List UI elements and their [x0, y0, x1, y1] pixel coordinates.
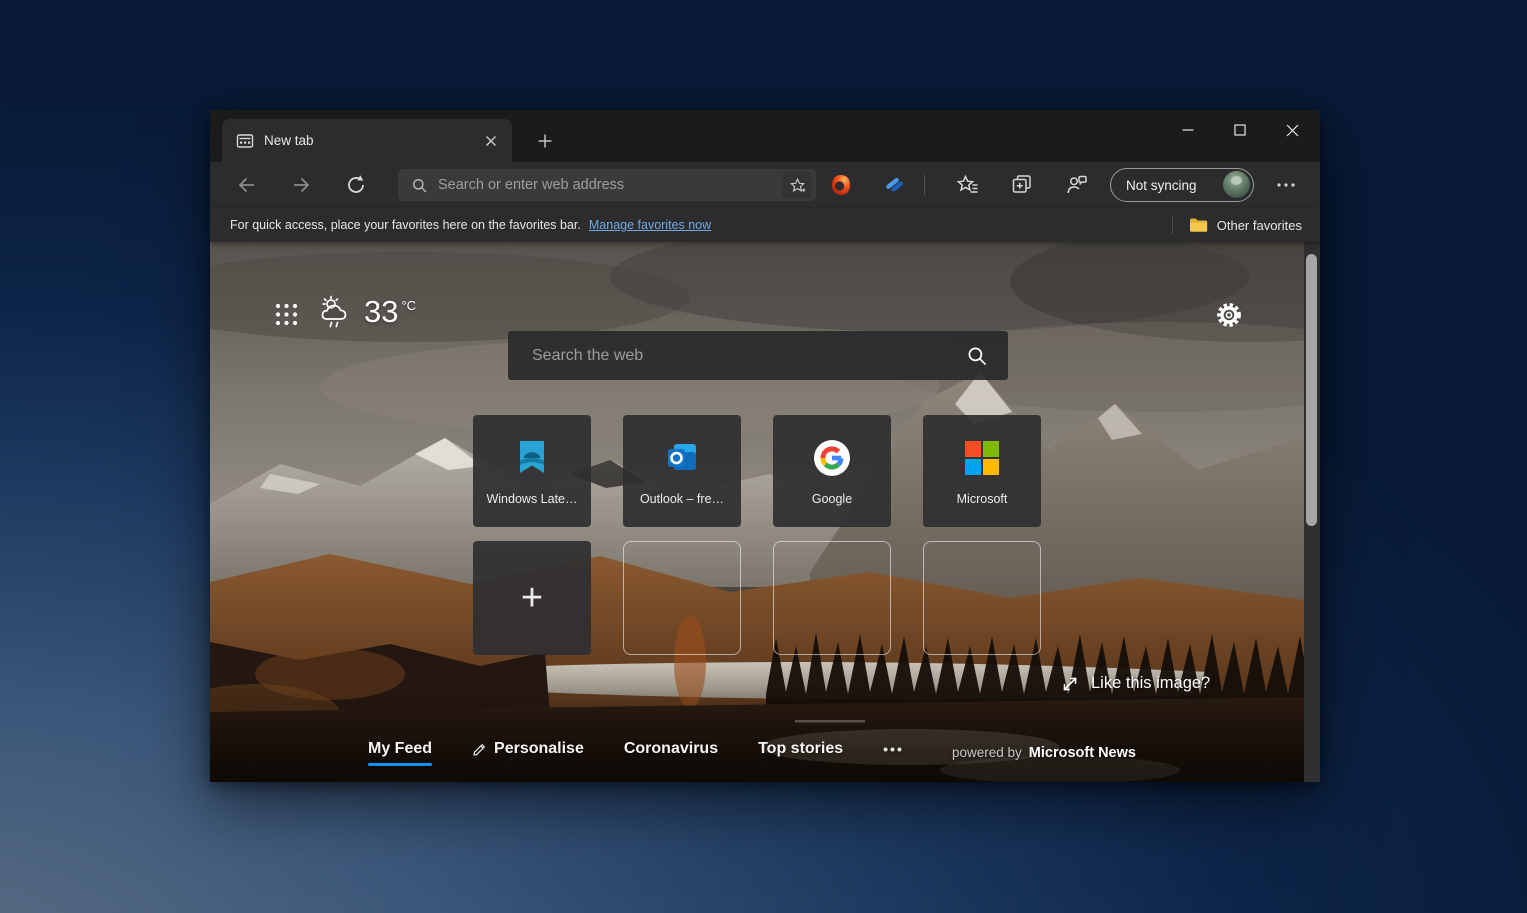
- tab-close-icon[interactable]: [480, 130, 502, 152]
- collections-icon[interactable]: [1010, 173, 1034, 197]
- other-favorites-group[interactable]: Other favorites: [1172, 216, 1320, 234]
- empty-tile-placeholder[interactable]: [623, 541, 741, 655]
- web-search-magnifier-icon[interactable]: [966, 345, 988, 367]
- tile-label: Microsoft: [957, 492, 1008, 506]
- plus-icon: +: [521, 579, 543, 617]
- feed-tab-top-stories[interactable]: Top stories: [758, 740, 843, 758]
- tab-title: New tab: [264, 133, 480, 148]
- not-syncing-label: Not syncing: [1126, 178, 1197, 193]
- like-this-image-label: Like this image?: [1091, 674, 1210, 693]
- tile-microsoft[interactable]: Microsoft: [923, 415, 1041, 527]
- office-extension-icon[interactable]: [829, 173, 853, 197]
- tile-outlook[interactable]: Outlook – fre…: [623, 415, 741, 527]
- page-scrollbar[interactable]: [1304, 242, 1320, 782]
- weather-temperature: 33: [364, 294, 398, 330]
- toolbar-divider: [924, 175, 925, 195]
- google-icon: [813, 439, 851, 477]
- maximize-button[interactable]: [1214, 112, 1266, 148]
- favorites-bar-icon[interactable]: [956, 173, 980, 197]
- web-search-box[interactable]: [508, 331, 1008, 380]
- newtab-page: 33 °C: [210, 242, 1320, 782]
- not-syncing-button[interactable]: Not syncing: [1110, 168, 1254, 202]
- powered-prefix: powered by: [952, 745, 1022, 760]
- like-this-image-control[interactable]: Like this image?: [1061, 674, 1210, 693]
- feed-tab-label: Personalise: [494, 740, 584, 758]
- manage-favorites-link[interactable]: Manage favorites now: [589, 218, 711, 232]
- newtab-favicon: [236, 132, 254, 150]
- feed-tab-coronavirus[interactable]: Coronavirus: [624, 740, 718, 758]
- tile-google[interactable]: Google: [773, 415, 891, 527]
- weather-unit: °C: [401, 298, 416, 313]
- tab-new-tab[interactable]: New tab: [222, 119, 512, 162]
- outlook-icon: [663, 439, 701, 477]
- editor-extension-icon[interactable]: [883, 173, 907, 197]
- forward-icon[interactable]: [289, 173, 313, 197]
- title-bar: New tab: [210, 110, 1320, 162]
- back-icon[interactable]: [235, 173, 259, 197]
- settings-more-icon[interactable]: [1274, 173, 1298, 197]
- new-tab-button[interactable]: [532, 128, 558, 154]
- microsoft-icon: [963, 439, 1001, 477]
- expand-image-icon: [1061, 675, 1079, 693]
- feed-navigation: My Feed Personalise Coronavirus Top stor…: [368, 740, 904, 758]
- other-favorites-label: Other favorites: [1217, 218, 1302, 233]
- favorites-bar: For quick access, place your favorites h…: [210, 208, 1320, 242]
- quick-links-grid: Windows Late… Outlook – fre…: [473, 415, 1041, 655]
- refresh-icon[interactable]: [344, 173, 368, 197]
- powered-brand: Microsoft News: [1029, 745, 1136, 761]
- empty-tile-placeholder[interactable]: [923, 541, 1041, 655]
- bottom-vignette: [210, 687, 1320, 782]
- feedback-icon[interactable]: [1065, 173, 1089, 197]
- tile-label: Outlook – fre…: [640, 492, 724, 506]
- scrollbar-thumb[interactable]: [1306, 254, 1317, 526]
- powered-by-attribution: powered by Microsoft News: [952, 745, 1136, 761]
- edge-browser-window: New tab: [210, 110, 1320, 782]
- feed-more-icon[interactable]: •••: [883, 741, 904, 757]
- web-search-input[interactable]: [532, 347, 966, 365]
- weather-showers-icon: [318, 294, 354, 332]
- empty-tile-placeholder[interactable]: [773, 541, 891, 655]
- tile-windows-latest[interactable]: Windows Late…: [473, 415, 591, 527]
- window-controls: [1162, 112, 1318, 148]
- feed-tab-my-feed[interactable]: My Feed: [368, 740, 432, 758]
- tile-label: Google: [812, 492, 852, 506]
- address-input[interactable]: [438, 177, 782, 193]
- minimize-button[interactable]: [1162, 112, 1214, 148]
- close-window-button[interactable]: [1266, 112, 1318, 148]
- profile-avatar: [1223, 171, 1250, 198]
- favorites-divider: [1172, 216, 1173, 234]
- page-settings-gear-icon[interactable]: [1214, 300, 1244, 330]
- add-favorite-star-icon[interactable]: [782, 172, 812, 198]
- favorites-message: For quick access, place your favorites h…: [230, 218, 581, 232]
- apps-grid-icon[interactable]: [272, 300, 300, 328]
- folder-icon: [1189, 217, 1208, 233]
- address-bar[interactable]: [398, 169, 816, 201]
- add-shortcut-tile[interactable]: +: [473, 541, 591, 655]
- weather-widget[interactable]: 33 °C: [318, 294, 416, 332]
- feed-tab-personalise[interactable]: Personalise: [472, 740, 584, 758]
- pencil-icon: [472, 742, 487, 757]
- tile-label: Windows Late…: [486, 492, 577, 506]
- windows-latest-icon: [513, 439, 551, 477]
- toolbar: Not syncing: [210, 162, 1320, 208]
- search-icon: [411, 177, 428, 194]
